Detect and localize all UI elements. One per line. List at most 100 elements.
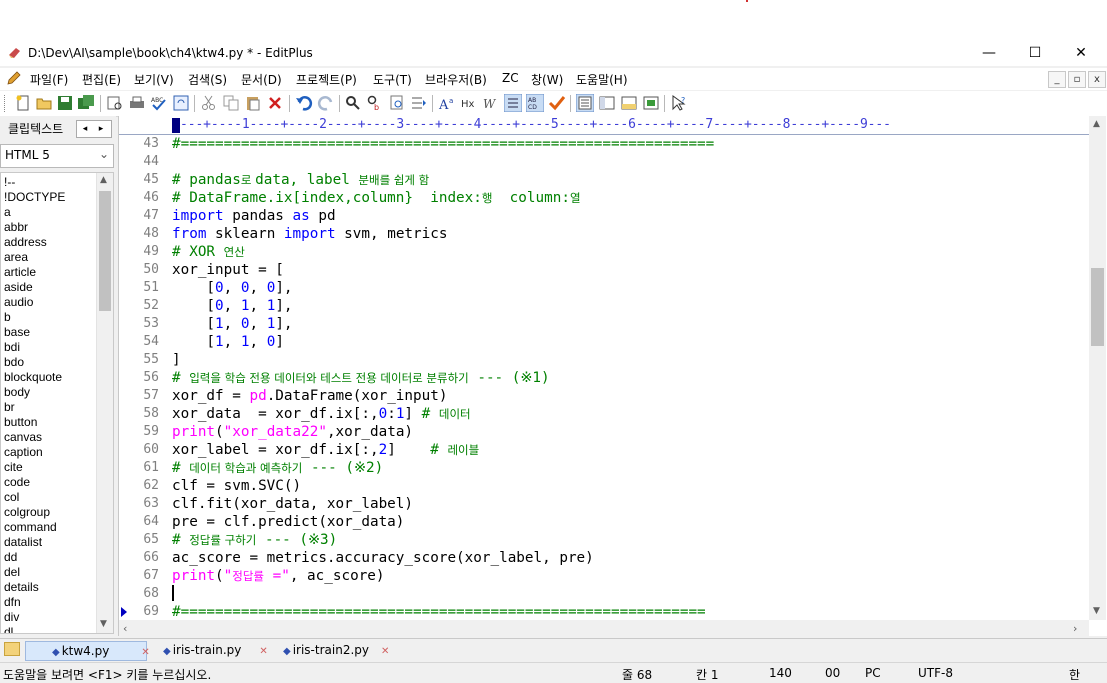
cliptext-item[interactable]: dl: [4, 625, 13, 633]
menu-edit[interactable]: 편집(E): [82, 71, 121, 88]
cliptext-item[interactable]: div: [4, 610, 19, 625]
heading-icon[interactable]: Hx: [460, 94, 478, 112]
spellcheck-icon[interactable]: ABC: [150, 94, 168, 112]
word-wrap-icon[interactable]: W: [482, 94, 500, 112]
editor-vertical-scrollbar[interactable]: ▲ ▼: [1089, 116, 1106, 620]
cliptext-item[interactable]: audio: [4, 295, 33, 310]
menu-zc[interactable]: ZC: [502, 71, 519, 85]
cliptext-scrollbar[interactable]: ▲ ▼: [96, 173, 113, 633]
help-icon[interactable]: ?: [670, 94, 688, 112]
close-tab-icon[interactable]: ✕: [259, 646, 267, 657]
minimize-button[interactable]: —: [966, 40, 1012, 66]
scroll-down-icon[interactable]: ▼: [100, 619, 107, 629]
find-in-files-icon[interactable]: [388, 94, 406, 112]
cliptext-item[interactable]: bdi: [4, 340, 20, 355]
goto-line-icon[interactable]: [410, 94, 428, 112]
cliptext-item[interactable]: del: [4, 565, 20, 580]
font-size-icon[interactable]: Aa: [438, 94, 456, 112]
open-folder-icon[interactable]: [35, 94, 53, 112]
cliptext-item[interactable]: !DOCTYPE: [4, 190, 65, 205]
full-screen-icon[interactable]: [642, 94, 660, 112]
menu-browser[interactable]: 브라우저(B): [425, 71, 487, 88]
cliptext-list[interactable]: !-- !DOCTYPE a abbr address area article aside a…: [0, 172, 114, 634]
cliptext-next-button[interactable]: ▸: [93, 121, 109, 137]
print-icon[interactable]: [128, 94, 146, 112]
save-all-icon[interactable]: [77, 94, 95, 112]
mdi-close-button[interactable]: x: [1088, 71, 1106, 88]
delete-icon[interactable]: [266, 94, 284, 112]
editor-horizontal-scrollbar[interactable]: ‹ ›: [119, 620, 1089, 636]
toggle-directory-icon[interactable]: [598, 94, 616, 112]
menu-project[interactable]: 프로젝트(P): [296, 71, 357, 88]
maximize-button[interactable]: ☐: [1012, 40, 1058, 66]
scroll-down-icon[interactable]: ▼: [1093, 606, 1100, 616]
scroll-left-icon[interactable]: ‹: [123, 622, 127, 635]
menu-view[interactable]: 보기(V): [134, 71, 174, 88]
cliptext-item[interactable]: command: [4, 520, 57, 535]
cliptext-item[interactable]: base: [4, 325, 30, 340]
cliptext-item[interactable]: colgroup: [4, 505, 50, 520]
cliptext-item[interactable]: article: [4, 265, 36, 280]
print-preview-icon[interactable]: [106, 94, 124, 112]
save-icon[interactable]: [56, 94, 74, 112]
code-area[interactable]: #=======================================…: [172, 135, 1087, 623]
cliptext-item[interactable]: code: [4, 475, 30, 490]
tab-iris-train2[interactable]: ◆ iris-train2.py ✕: [283, 641, 393, 659]
menu-search[interactable]: 검색(S): [188, 71, 227, 88]
toolbar-grip[interactable]: [4, 95, 8, 112]
undo-icon[interactable]: [295, 94, 313, 112]
cliptext-item[interactable]: dd: [4, 550, 17, 565]
tab-ktw4[interactable]: ◆ ktw4.py ✕: [25, 641, 150, 661]
cliptext-item[interactable]: !--: [4, 175, 15, 190]
new-file-icon[interactable]: [14, 94, 32, 112]
cliptext-item[interactable]: a: [4, 205, 11, 220]
cliptext-item[interactable]: dfn: [4, 595, 21, 610]
cliptext-item[interactable]: caption: [4, 445, 43, 460]
cliptext-prev-button[interactable]: ◂: [77, 121, 93, 137]
cut-icon[interactable]: [200, 94, 218, 112]
column-select-icon[interactable]: ABCD: [526, 94, 544, 112]
cliptext-item[interactable]: abbr: [4, 220, 28, 235]
cliptext-item[interactable]: col: [4, 490, 19, 505]
cliptext-library-select[interactable]: HTML 5 ⌄: [0, 144, 114, 168]
menu-help[interactable]: 도움말(H): [576, 71, 628, 88]
cliptext-item[interactable]: b: [4, 310, 11, 325]
cliptext-item[interactable]: details: [4, 580, 39, 595]
replace-icon[interactable]: b: [366, 94, 384, 112]
menu-window[interactable]: 창(W): [531, 71, 563, 88]
redo-icon[interactable]: [317, 94, 335, 112]
close-button[interactable]: ✕: [1058, 40, 1104, 66]
mdi-minimize-button[interactable]: _: [1048, 71, 1066, 88]
tab-iris-train[interactable]: ◆ iris-train.py ✕: [163, 641, 273, 659]
cliptext-item[interactable]: bdo: [4, 355, 24, 370]
scroll-thumb[interactable]: [99, 191, 111, 311]
paste-icon[interactable]: [244, 94, 262, 112]
scroll-up-icon[interactable]: ▲: [1093, 119, 1100, 129]
copy-icon[interactable]: [222, 94, 240, 112]
cliptext-item[interactable]: button: [4, 415, 37, 430]
cliptext-item[interactable]: blockquote: [4, 370, 62, 385]
browser-preview-icon[interactable]: [172, 94, 190, 112]
cliptext-item[interactable]: body: [4, 385, 30, 400]
mdi-restore-button[interactable]: ▫: [1068, 71, 1086, 88]
check-icon[interactable]: [548, 94, 566, 112]
folder-icon[interactable]: [4, 642, 20, 656]
menu-file[interactable]: 파일(F): [30, 71, 68, 88]
scroll-thumb[interactable]: [1091, 268, 1104, 346]
close-tab-icon[interactable]: ✕: [141, 647, 149, 658]
scroll-right-icon[interactable]: ›: [1073, 622, 1077, 635]
close-tab-icon[interactable]: ✕: [381, 646, 389, 657]
line-numbers-icon[interactable]: [504, 94, 522, 112]
cliptext-item[interactable]: cite: [4, 460, 23, 475]
cliptext-item[interactable]: aside: [4, 280, 33, 295]
cliptext-item[interactable]: datalist: [4, 535, 42, 550]
menu-tools[interactable]: 도구(T): [373, 71, 412, 88]
scroll-up-icon[interactable]: ▲: [100, 175, 107, 185]
find-icon[interactable]: [344, 94, 362, 112]
cliptext-item[interactable]: area: [4, 250, 28, 265]
menu-document[interactable]: 문서(D): [241, 71, 282, 88]
cliptext-item[interactable]: canvas: [4, 430, 42, 445]
toggle-output-icon[interactable]: [620, 94, 638, 112]
toggle-cliptext-icon[interactable]: [576, 94, 594, 112]
cliptext-item[interactable]: br: [4, 400, 15, 415]
